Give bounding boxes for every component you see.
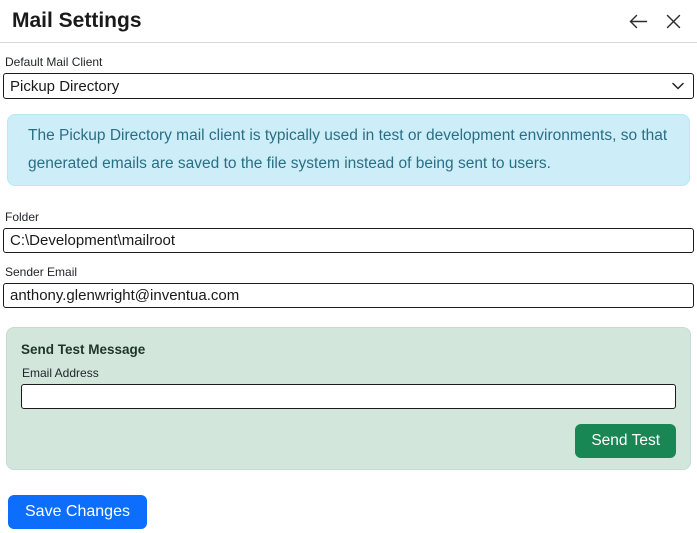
send-test-panel: Send Test Message Email Address Send Tes… — [6, 327, 691, 470]
default-mail-client-select-wrap: Pickup Directory — [3, 73, 694, 99]
settings-form: Default Mail Client Pickup Directory The… — [0, 55, 697, 529]
test-email-label: Email Address — [22, 366, 99, 380]
header-divider — [0, 42, 697, 43]
send-test-title: Send Test Message — [21, 342, 146, 357]
folder-input[interactable] — [3, 228, 694, 253]
close-button[interactable] — [664, 12, 683, 31]
info-alert: The Pickup Directory mail client is typi… — [7, 114, 690, 186]
page-title: Mail Settings — [12, 9, 142, 32]
info-alert-text: The Pickup Directory mail client is typi… — [28, 127, 668, 172]
page-header: Mail Settings — [0, 0, 697, 34]
close-icon — [666, 14, 681, 29]
save-changes-button[interactable]: Save Changes — [8, 495, 147, 529]
default-mail-client-select[interactable]: Pickup Directory — [3, 73, 694, 99]
sender-email-input[interactable] — [3, 283, 694, 308]
folder-label: Folder — [5, 210, 40, 224]
default-mail-client-label: Default Mail Client — [5, 55, 103, 69]
header-icons — [627, 11, 683, 32]
arrow-left-icon — [629, 13, 648, 30]
send-test-button-row: Send Test — [21, 424, 676, 458]
back-button[interactable] — [627, 11, 650, 32]
sender-email-label: Sender Email — [5, 265, 78, 279]
send-test-button[interactable]: Send Test — [575, 424, 676, 458]
test-email-input[interactable] — [21, 384, 676, 409]
